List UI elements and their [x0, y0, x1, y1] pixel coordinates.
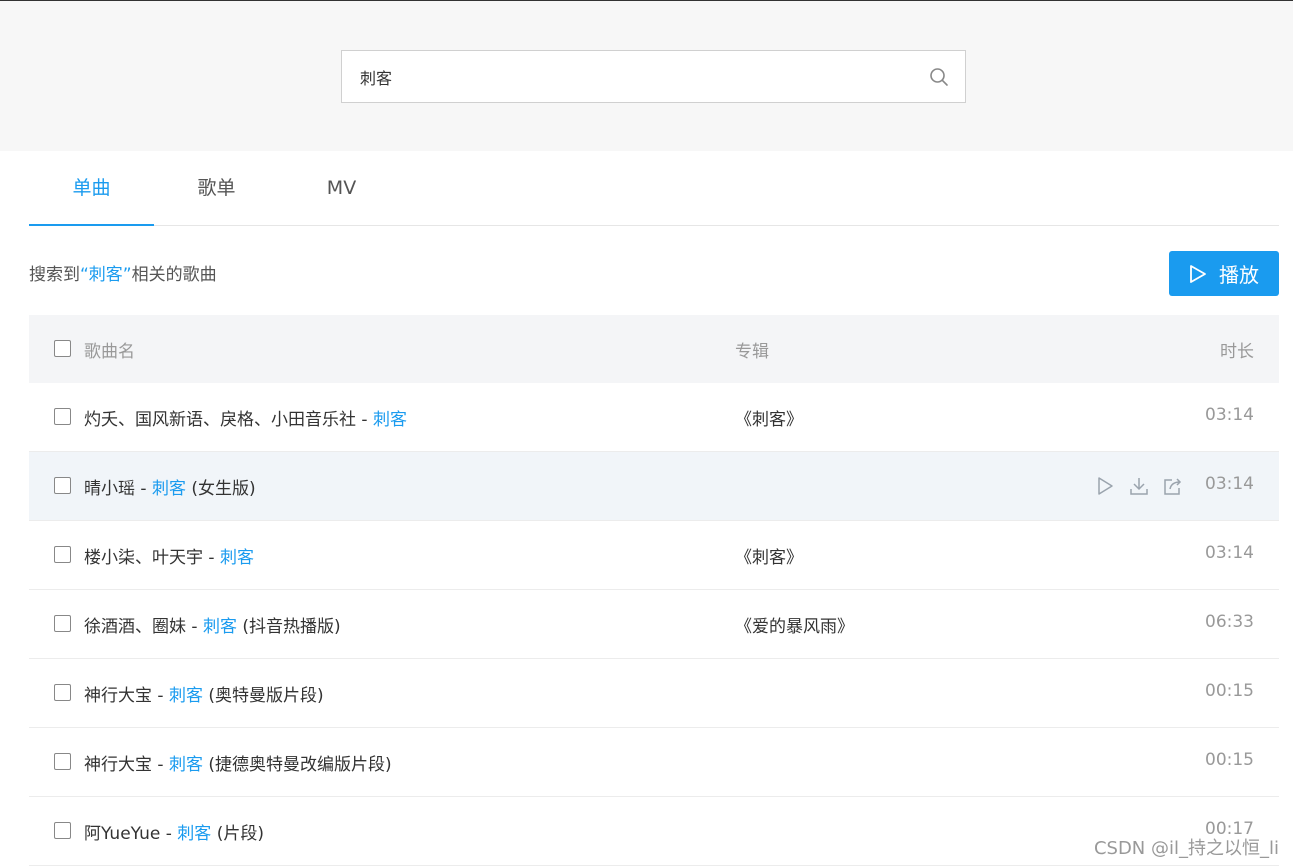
- table-row[interactable]: 神行大宝 - 刺客 (奥特曼版片段) 00:15: [29, 659, 1279, 728]
- play-icon[interactable]: [1095, 476, 1115, 496]
- song-title[interactable]: 刺客: [177, 824, 211, 844]
- song-extra: (奥特曼版片段): [202, 686, 324, 706]
- tab-playlists[interactable]: 歌单: [154, 151, 279, 226]
- song-extra: (捷德奥特曼改编版片段): [202, 755, 392, 775]
- song-name: 神行大宝 - 刺客 (奥特曼版片段): [84, 681, 324, 706]
- song-artist[interactable]: 阿YueYue: [84, 824, 160, 844]
- song-album[interactable]: 《刺客》: [735, 405, 803, 430]
- song-name: 楼小柒、叶天宇 - 刺客: [84, 543, 254, 568]
- summary-suffix: 相关的歌曲: [131, 265, 217, 285]
- row-checkbox[interactable]: [54, 753, 71, 770]
- song-duration: 00:15: [1205, 750, 1254, 770]
- song-name: 徐酒酒、圈妹 - 刺客 (抖音热播版): [84, 612, 341, 637]
- song-title[interactable]: 刺客: [152, 479, 186, 499]
- song-title[interactable]: 刺客: [203, 617, 237, 637]
- row-checkbox[interactable]: [54, 477, 71, 494]
- play-all-label: 播放: [1219, 265, 1259, 287]
- header-album: 专辑: [735, 342, 769, 362]
- table-row[interactable]: 阿YueYue - 刺客 (片段) 00:17: [29, 797, 1279, 866]
- song-name: 神行大宝 - 刺客 (捷德奥特曼改编版片段): [84, 750, 392, 775]
- song-extra: (抖音热播版): [236, 617, 341, 637]
- song-extra: (片段): [211, 824, 264, 844]
- row-checkbox[interactable]: [54, 408, 71, 425]
- song-album[interactable]: 《爱的暴风雨》: [735, 612, 854, 637]
- row-checkbox[interactable]: [54, 684, 71, 701]
- share-icon[interactable]: [1163, 476, 1183, 496]
- song-title[interactable]: 刺客: [220, 548, 254, 568]
- summary-prefix: 搜索到: [29, 265, 80, 285]
- header-duration: 时长: [1220, 342, 1254, 362]
- song-duration: 06:33: [1205, 612, 1254, 632]
- row-actions: [1095, 476, 1183, 496]
- song-sep: -: [152, 755, 169, 775]
- select-all-checkbox[interactable]: [54, 340, 71, 357]
- song-sep: -: [203, 548, 220, 568]
- play-all-button[interactable]: 播放: [1169, 251, 1279, 296]
- table-row[interactable]: 神行大宝 - 刺客 (捷德奥特曼改编版片段) 00:15: [29, 728, 1279, 797]
- watermark: CSDN @il_持之以恒_li: [1093, 838, 1279, 859]
- song-table: 歌曲名 专辑 时长 灼夭、国风新语、戾格、小田音乐社 - 刺客 《刺客》 03:…: [29, 315, 1279, 866]
- play-icon: [1190, 264, 1206, 283]
- row-checkbox[interactable]: [54, 615, 71, 632]
- song-title[interactable]: 刺客: [169, 755, 203, 775]
- search-icon[interactable]: [929, 67, 949, 87]
- summary-keyword: “刺客”: [80, 265, 132, 285]
- result-tabs: 单曲 歌单 MV: [29, 151, 1279, 226]
- row-checkbox[interactable]: [54, 822, 71, 839]
- song-duration: 03:14: [1205, 543, 1254, 563]
- song-artist[interactable]: 徐酒酒、圈妹: [84, 617, 186, 637]
- song-title[interactable]: 刺客: [373, 410, 407, 430]
- song-sep: -: [160, 824, 178, 844]
- row-checkbox[interactable]: [54, 546, 71, 563]
- table-row[interactable]: 楼小柒、叶天宇 - 刺客 《刺客》 03:14: [29, 521, 1279, 590]
- song-artist[interactable]: 楼小柒、叶天宇: [84, 548, 203, 568]
- table-header: 歌曲名 专辑 时长: [29, 315, 1279, 383]
- search-area: [0, 1, 1293, 151]
- header-song-name: 歌曲名: [84, 342, 135, 362]
- tab-mv[interactable]: MV: [279, 151, 404, 226]
- song-sep: -: [186, 617, 203, 637]
- search-summary: 搜索到“刺客”相关的歌曲: [29, 260, 217, 285]
- song-name: 晴小瑶 - 刺客 (女生版): [84, 474, 256, 499]
- song-artist[interactable]: 神行大宝: [84, 686, 152, 706]
- song-artist[interactable]: 晴小瑶: [84, 479, 135, 499]
- table-row[interactable]: 徐酒酒、圈妹 - 刺客 (抖音热播版) 《爱的暴风雨》 06:33: [29, 590, 1279, 659]
- search-box[interactable]: [341, 50, 966, 103]
- song-artist[interactable]: 神行大宝: [84, 755, 152, 775]
- song-extra: (女生版): [185, 479, 256, 499]
- table-row[interactable]: 晴小瑶 - 刺客 (女生版) 03:14: [29, 452, 1279, 521]
- tab-songs[interactable]: 单曲: [29, 151, 154, 226]
- song-sep: -: [356, 410, 373, 430]
- table-row[interactable]: 灼夭、国风新语、戾格、小田音乐社 - 刺客 《刺客》 03:14: [29, 383, 1279, 452]
- song-title[interactable]: 刺客: [169, 686, 203, 706]
- song-duration: 03:14: [1205, 405, 1254, 425]
- song-name: 灼夭、国风新语、戾格、小田音乐社 - 刺客: [84, 405, 407, 430]
- song-album[interactable]: 《刺客》: [735, 543, 803, 568]
- song-sep: -: [135, 479, 152, 499]
- download-icon[interactable]: [1129, 476, 1149, 496]
- song-duration: 00:15: [1205, 681, 1254, 701]
- search-input[interactable]: [360, 63, 920, 91]
- song-sep: -: [152, 686, 169, 706]
- song-artist[interactable]: 灼夭、国风新语、戾格、小田音乐社: [84, 410, 356, 430]
- song-name: 阿YueYue - 刺客 (片段): [84, 819, 264, 844]
- song-duration: 03:14: [1205, 474, 1254, 494]
